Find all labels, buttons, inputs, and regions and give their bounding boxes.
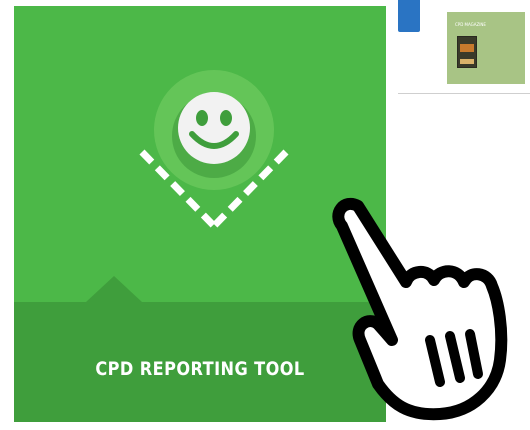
smiley-face-icon — [178, 92, 250, 164]
magazine-title: CPD MAGAZINE — [455, 22, 486, 27]
smiley-location-pin-illustration — [139, 70, 289, 229]
cover-band-lower — [460, 59, 474, 64]
divider-line — [398, 93, 530, 94]
cpd-reporting-tool-tile[interactable]: CPD REPORTING TOOL — [14, 6, 386, 422]
magazine-cover-image — [457, 36, 477, 68]
cover-band — [460, 44, 474, 52]
footer-notch — [86, 276, 142, 302]
tool-label: CPD REPORTING TOOL — [95, 358, 305, 380]
blue-tab-button[interactable] — [398, 0, 420, 32]
cpd-magazine-thumbnail[interactable]: CPD MAGAZINE — [447, 12, 525, 84]
